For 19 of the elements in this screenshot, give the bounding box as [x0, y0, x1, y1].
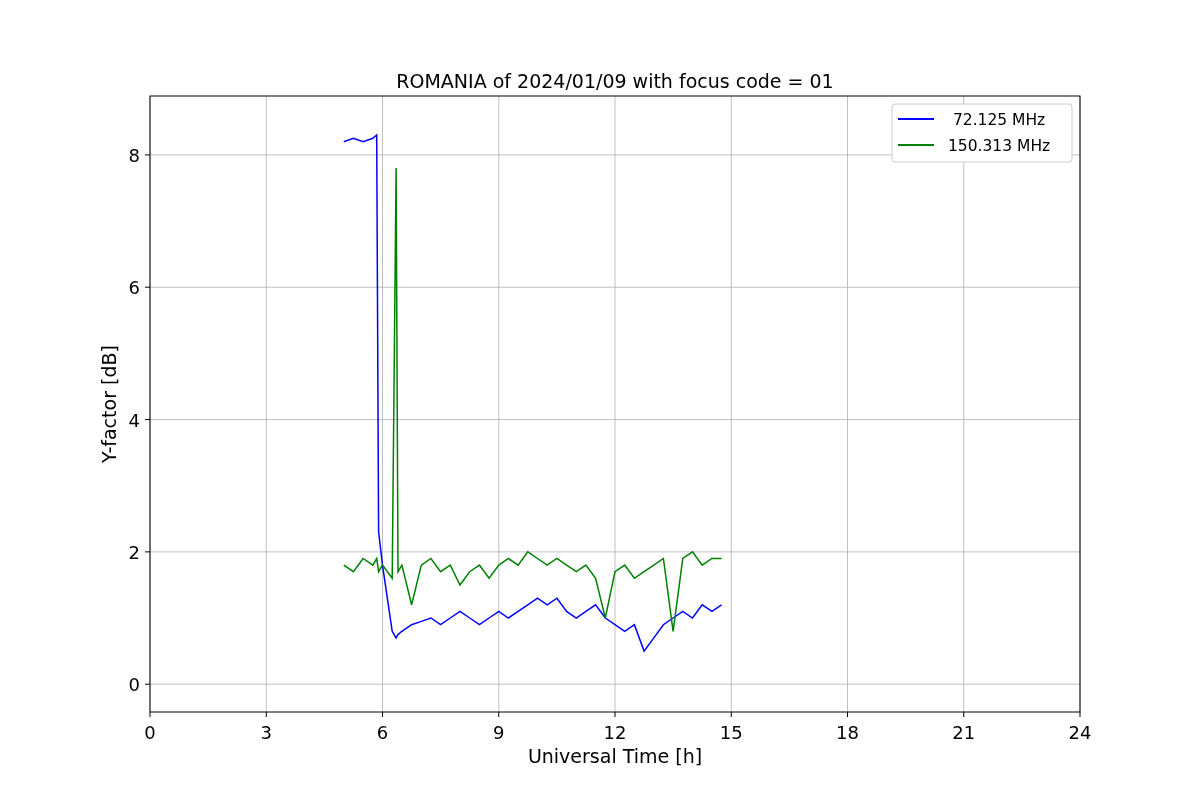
x-axis-label: Universal Time [h] [527, 745, 703, 767]
x-tick-label: 6 [376, 722, 389, 743]
y-tick-label: 4 [128, 409, 140, 431]
legend-label: 72.125 MHz [952, 111, 1046, 129]
x-tick-label: 21 [952, 722, 976, 743]
y-tick-label: 0 [128, 674, 140, 696]
y-tick-label: 2 [128, 541, 140, 563]
x-tick-label: 18 [836, 722, 859, 743]
x-tick-label: 9 [493, 722, 505, 743]
x-tick-label: 0 [144, 722, 156, 743]
x-tick-label: 15 [719, 722, 743, 743]
y-tick-label: 8 [128, 144, 140, 166]
x-tick-label: 3 [260, 722, 272, 743]
legend-label: 150.313 MHz [948, 137, 1051, 155]
x-tick-label: 24 [1068, 722, 1092, 743]
x-tick-label: 12 [603, 722, 627, 743]
y-tick-label: 6 [128, 277, 140, 299]
chart-title: ROMANIA of 2024/01/09 with focus code = 01 [396, 70, 834, 92]
y-axis-label: Y-factor [dB] [98, 345, 120, 463]
